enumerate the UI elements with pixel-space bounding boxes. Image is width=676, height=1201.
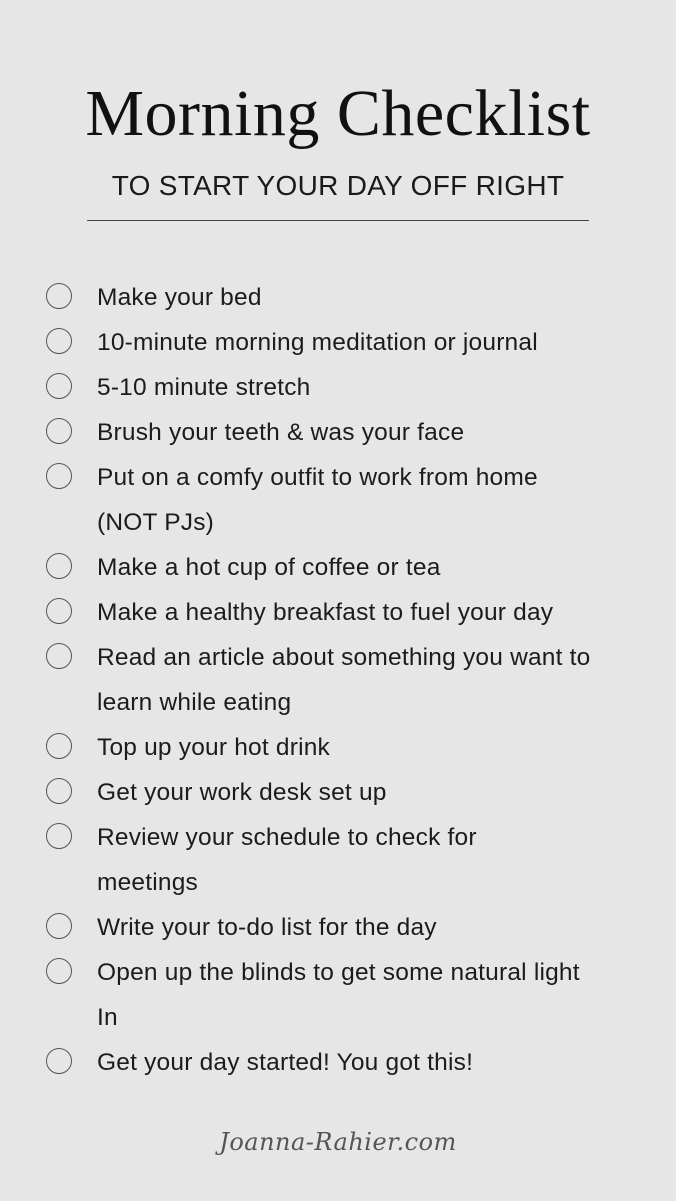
checklist-item[interactable]: Get your work desk set up: [0, 770, 676, 815]
checkbox-circle-icon[interactable]: [46, 958, 72, 984]
signature-logo: Joanna-Rahier.com: [219, 1128, 457, 1156]
checkbox-circle-icon[interactable]: [46, 643, 72, 669]
checklist-item-label: Make your bed: [97, 284, 262, 311]
page-subtitle: TO START YOUR DAY OFF RIGHT: [111, 170, 565, 201]
checklist-item[interactable]: 10-minute morning meditation or journal: [0, 320, 676, 365]
checklist-item-label: 5-10 minute stretch: [97, 374, 311, 401]
checklist-item[interactable]: Get your day started! You got this!: [0, 1040, 676, 1085]
checklist-item-label: Make a healthy breakfast to fuel your da…: [97, 599, 554, 626]
checklist-item-label: Review your schedule to check for meetin…: [97, 824, 477, 896]
checklist-item-label: Read an article about something you want…: [97, 644, 591, 716]
checklist-item-label: Brush your teeth & was your face: [97, 419, 465, 446]
checkbox-circle-icon[interactable]: [46, 553, 72, 579]
title-divider: [87, 220, 589, 221]
checklist-item-label: Write your to-do list for the day: [97, 914, 437, 941]
checklist-item[interactable]: Put on a comfy outfit to work from home …: [0, 455, 676, 545]
checkbox-circle-icon[interactable]: [46, 283, 72, 309]
checkbox-circle-icon[interactable]: [46, 598, 72, 624]
checklist-item-label: Top up your hot drink: [97, 734, 331, 761]
checkbox-circle-icon[interactable]: [46, 463, 72, 489]
checklist-item-label: Get your work desk set up: [97, 779, 387, 806]
checkbox-circle-icon[interactable]: [46, 418, 72, 444]
checklist: Make your bed 10-minute morning meditati…: [0, 275, 676, 1085]
checklist-item[interactable]: Make a hot cup of coffee or tea: [0, 545, 676, 590]
checkbox-circle-icon[interactable]: [46, 913, 72, 939]
checklist-item-label: Open up the blinds to get some natural l…: [97, 959, 580, 1031]
checklist-item-label: Make a hot cup of coffee or tea: [97, 554, 441, 581]
checklist-item[interactable]: Read an article about something you want…: [0, 635, 676, 725]
checklist-item[interactable]: Make your bed: [0, 275, 676, 320]
checklist-item[interactable]: Top up your hot drink: [0, 725, 676, 770]
checkbox-circle-icon[interactable]: [46, 328, 72, 354]
checkbox-circle-icon[interactable]: [46, 1048, 72, 1074]
checkbox-circle-icon[interactable]: [46, 373, 72, 399]
checkbox-circle-icon[interactable]: [46, 733, 72, 759]
checklist-item[interactable]: Write your to-do list for the day: [0, 905, 676, 950]
checklist-item[interactable]: 5-10 minute stretch: [0, 365, 676, 410]
checklist-item-label: 10-minute morning meditation or journal: [97, 329, 538, 356]
checklist-item[interactable]: Make a healthy breakfast to fuel your da…: [0, 590, 676, 635]
checklist-item-label: Get your day started! You got this!: [97, 1049, 474, 1076]
checkbox-circle-icon[interactable]: [46, 778, 72, 804]
checkbox-circle-icon[interactable]: [46, 823, 72, 849]
checklist-item[interactable]: Open up the blinds to get some natural l…: [0, 950, 676, 1040]
checklist-item-label: Put on a comfy outfit to work from home …: [97, 464, 538, 536]
checklist-item[interactable]: Review your schedule to check for meetin…: [0, 815, 676, 905]
checklist-item[interactable]: Brush your teeth & was your face: [0, 410, 676, 455]
page-title: Morning Checklist: [85, 77, 591, 150]
